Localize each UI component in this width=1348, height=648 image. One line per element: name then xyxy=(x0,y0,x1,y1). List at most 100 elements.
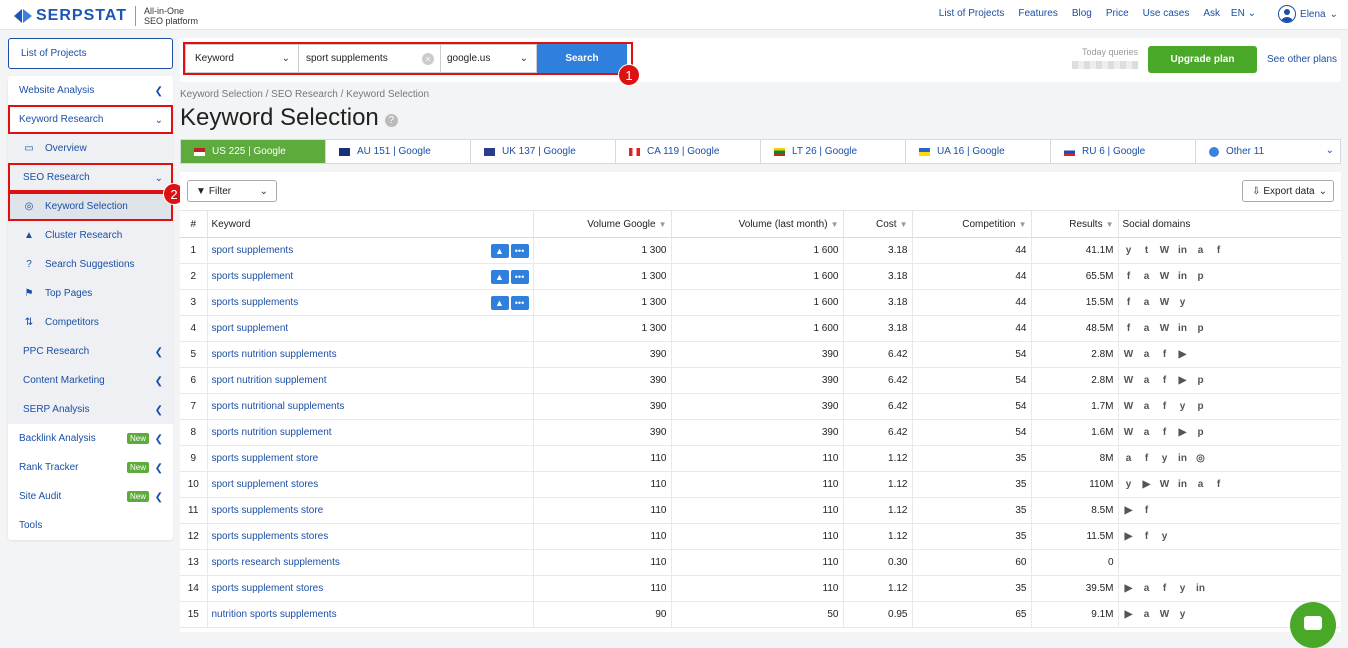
sidebar-item-ppc-research[interactable]: PPC Research ❮ xyxy=(8,337,173,366)
help-icon[interactable]: ? xyxy=(384,113,398,127)
keyword-link[interactable]: nutrition sports supplements xyxy=(207,601,534,628)
user-menu[interactable]: Elena ⌄ xyxy=(1278,5,1338,23)
keyword-link[interactable]: sports supplements stores xyxy=(207,523,534,550)
sidebar: List of Projects Website Analysis ❮ Keywo… xyxy=(8,38,173,540)
col-results[interactable]: Results ▼ xyxy=(1031,210,1119,238)
social-icon: p xyxy=(1197,323,1204,334)
search-engine-select[interactable]: google.us ⌄ xyxy=(441,44,537,73)
tab-uk[interactable]: UK 137 | Google xyxy=(471,140,616,163)
keyword-link[interactable]: sports supplement stores xyxy=(207,575,534,602)
keyword-link[interactable]: sports supplements ▲ ••• xyxy=(207,289,534,316)
keyword-link[interactable]: sport supplement xyxy=(207,315,534,342)
sidebar-item-competitors[interactable]: ⇅ Competitors xyxy=(8,308,173,337)
serpstat-logo[interactable]: SERPSTAT All-in-One SEO platform xyxy=(14,6,198,26)
volume-last-month: 1 600 xyxy=(671,289,844,316)
sidebar-item-rank-tracker[interactable]: Rank Tracker New ❮ xyxy=(8,453,173,482)
cost: 3.18 xyxy=(843,315,913,342)
breadcrumb[interactable]: Keyword Selection / SEO Research / Keywo… xyxy=(180,89,429,100)
more-icon[interactable]: ••• xyxy=(510,244,529,258)
keyword-link[interactable]: sports supplement store xyxy=(207,445,534,472)
social-icon: f xyxy=(1162,375,1167,386)
language-selector[interactable]: EN ⌄ xyxy=(1231,8,1256,19)
sidebar-item-seo-research[interactable]: SEO Research ⌄ xyxy=(8,163,173,192)
keyword-link[interactable]: sports nutritional supplements xyxy=(207,393,534,420)
chat-widget-button[interactable] xyxy=(1290,602,1336,648)
chevron-left-icon: ❮ xyxy=(154,463,163,474)
sidebar-item-tools[interactable]: Tools xyxy=(8,511,173,540)
new-badge: New xyxy=(126,433,149,444)
keyword-link[interactable]: sports supplement ▲ ••• xyxy=(207,263,534,290)
tab-ua[interactable]: UA 16 | Google xyxy=(906,140,1051,163)
social-icon: W xyxy=(1159,271,1170,282)
volume-google: 1 300 xyxy=(533,315,672,342)
social-icon: p xyxy=(1197,271,1204,282)
volume-google: 110 xyxy=(533,523,672,550)
keyword-link[interactable]: sports nutrition supplement xyxy=(207,419,534,446)
nav-blog[interactable]: Blog xyxy=(1072,8,1092,19)
keyword-link[interactable]: sport supplements ▲ ••• xyxy=(207,237,534,264)
more-icon[interactable]: ••• xyxy=(510,270,529,284)
keyword-link[interactable]: sports research supplements xyxy=(207,549,534,576)
sidebar-item-keyword-research[interactable]: Keyword Research ⌄ xyxy=(8,105,173,134)
tab-au[interactable]: AU 151 | Google xyxy=(326,140,471,163)
col-competition[interactable]: Competition ▼ xyxy=(912,210,1032,238)
cost: 0.95 xyxy=(843,601,913,628)
tab-ru[interactable]: RU 6 | Google xyxy=(1051,140,1196,163)
research-icon[interactable]: ▲ xyxy=(490,296,509,310)
country-tabs: US 225 | Google AU 151 | Google UK 137 |… xyxy=(180,139,1341,164)
nav-ask[interactable]: Ask xyxy=(1203,8,1220,19)
search-button[interactable]: Search xyxy=(537,44,627,73)
keyword-link[interactable]: sport nutrition supplement xyxy=(207,367,534,394)
sidebar-item-backlink-analysis[interactable]: Backlink Analysis New ❮ xyxy=(8,424,173,453)
sidebar-item-top-pages[interactable]: ⚑ Top Pages xyxy=(8,279,173,308)
filter-button[interactable]: ▼ Filter ⌄ xyxy=(187,180,277,202)
tab-lt[interactable]: LT 26 | Google xyxy=(761,140,906,163)
nav-features[interactable]: Features xyxy=(1018,8,1057,19)
social-icon: y xyxy=(1161,531,1168,542)
upgrade-plan-button[interactable]: Upgrade plan xyxy=(1148,46,1257,73)
sidebar-item-cluster-research[interactable]: ▲ Cluster Research xyxy=(8,221,173,250)
social-domains: Wa f ▶ p xyxy=(1118,419,1341,446)
cost: 3.18 xyxy=(843,237,913,264)
clear-icon[interactable]: × xyxy=(422,53,434,65)
search-type-select[interactable]: Keyword ⌄ xyxy=(185,44,299,73)
sidebar-item-site-audit[interactable]: Site Audit New ❮ xyxy=(8,482,173,511)
tab-other[interactable]: Other 11 ⌄ xyxy=(1196,140,1340,163)
sidebar-item-website-analysis[interactable]: Website Analysis ❮ xyxy=(8,76,173,105)
col-keyword[interactable]: Keyword xyxy=(207,210,534,238)
keyword-link[interactable]: sports supplements store xyxy=(207,497,534,524)
sidebar-item-overview[interactable]: ▭ Overview xyxy=(8,134,173,163)
sidebar-item-content-marketing[interactable]: Content Marketing ❮ xyxy=(8,366,173,395)
sidebar-item-serp-analysis[interactable]: SERP Analysis ❮ xyxy=(8,395,173,424)
nav-use-cases[interactable]: Use cases xyxy=(1143,8,1190,19)
research-icon[interactable]: ▲ xyxy=(490,244,509,258)
row-number: 6 xyxy=(180,367,208,394)
keyword-link[interactable]: sport supplement stores xyxy=(207,471,534,498)
social-icon: p xyxy=(1197,375,1204,386)
nav-list-of-projects[interactable]: List of Projects xyxy=(939,8,1005,19)
tab-ca[interactable]: CA 119 | Google xyxy=(616,140,761,163)
cost: 1.12 xyxy=(843,575,913,602)
sidebar-item-search-suggestions[interactable]: ? Search Suggestions xyxy=(8,250,173,279)
table-row: 1 sport supplements ▲ ••• 1 300 1 600 3.18 44 41… xyxy=(180,237,1341,264)
volume-last-month: 110 xyxy=(671,549,844,576)
nav-price[interactable]: Price xyxy=(1106,8,1129,19)
keyword-link[interactable]: sports nutrition supplements xyxy=(207,341,534,368)
volume-google: 1 300 xyxy=(533,263,672,290)
col-volume-google[interactable]: Volume Google ▼ xyxy=(533,210,672,238)
more-icon[interactable]: ••• xyxy=(510,296,529,310)
see-other-plans-link[interactable]: See other plans xyxy=(1267,54,1337,65)
social-domains: ▶ a f y in xyxy=(1118,575,1341,602)
volume-last-month: 390 xyxy=(671,367,844,394)
research-icon[interactable]: ▲ xyxy=(490,270,509,284)
social-icon: W xyxy=(1159,479,1170,490)
social-icon: a xyxy=(1143,401,1150,412)
sidebar-item-keyword-selection[interactable]: ◎ Keyword Selection xyxy=(8,192,173,221)
col-volume-last-month[interactable]: Volume (last month) ▼ xyxy=(671,210,844,238)
list-of-projects-button[interactable]: List of Projects xyxy=(8,38,173,69)
social-icon: a xyxy=(1143,427,1150,438)
search-input[interactable]: sport supplements × xyxy=(299,44,441,73)
tab-us[interactable]: US 225 | Google xyxy=(181,140,326,163)
col-cost[interactable]: Cost ▼ xyxy=(843,210,913,238)
export-data-button[interactable]: ⇩ Export data ⌄ xyxy=(1242,180,1334,202)
